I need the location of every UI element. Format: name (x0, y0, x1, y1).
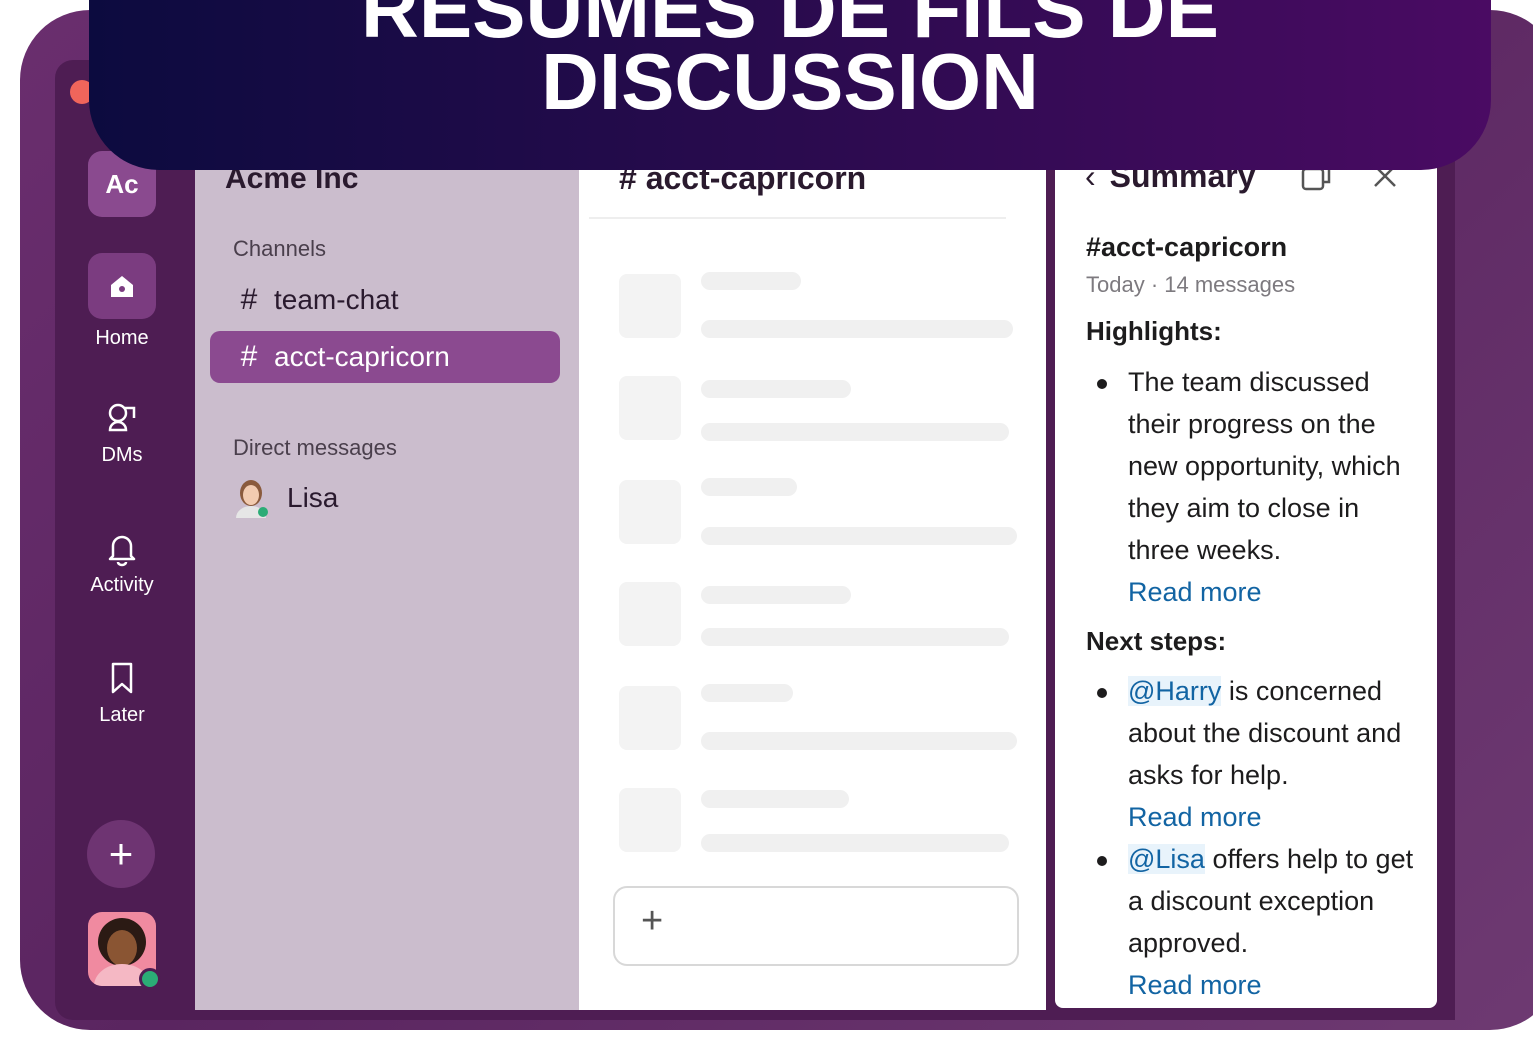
next-steps-heading: Next steps: (1086, 626, 1227, 656)
channel-sidebar: Acme Inc Channels # team-chat # acct-cap… (195, 150, 579, 1010)
message-placeholder-line (701, 732, 1017, 750)
message-placeholder-avatar (619, 376, 681, 440)
bell-icon (108, 535, 136, 567)
rail-dms-label: DMs (101, 444, 143, 466)
next-step-item: @Lisa offers help to get a discount exce… (1128, 838, 1418, 1006)
message-placeholder-line (701, 478, 797, 496)
add-button[interactable]: + (87, 820, 155, 888)
message-placeholder-avatar (619, 686, 681, 750)
summary-channel-name: #acct-capricorn (1086, 232, 1288, 262)
attach-plus-button[interactable]: + (641, 902, 663, 940)
message-placeholder-line (701, 628, 1009, 646)
rail-activity[interactable]: Activity (70, 528, 174, 597)
mention-harry[interactable]: @Harry (1128, 676, 1222, 706)
highlights-heading: Highlights: (1086, 316, 1222, 346)
highlight-text: The team discussed their progress on the… (1128, 367, 1401, 565)
next-step-item: @Harry is concerned about the discount a… (1128, 670, 1418, 838)
lisa-avatar (233, 478, 269, 518)
hash-icon: # (240, 340, 258, 373)
read-more-link[interactable]: Read more (1128, 577, 1262, 607)
message-placeholder-line (701, 272, 801, 290)
message-placeholder-line (701, 586, 851, 604)
header-divider (589, 217, 1006, 219)
read-more-link[interactable]: Read more (1128, 802, 1262, 832)
home-icon (88, 253, 156, 319)
rail-activity-label: Activity (90, 574, 154, 596)
mention-lisa[interactable]: @Lisa (1128, 844, 1205, 874)
message-placeholder-line (701, 380, 851, 398)
rail-home[interactable]: Home (70, 253, 174, 350)
message-placeholder-avatar (619, 274, 681, 338)
message-placeholder-line (701, 684, 793, 702)
hash-icon: # (240, 283, 258, 316)
channel-name: team-chat (274, 284, 399, 315)
bookmark-icon (111, 662, 133, 694)
channel-name: acct-capricorn (274, 341, 450, 372)
message-placeholder-line (701, 423, 1009, 441)
dm-name: Lisa (287, 482, 339, 513)
sidebar-item-lisa[interactable]: Lisa (233, 478, 338, 518)
message-placeholder-avatar (619, 582, 681, 646)
message-placeholder-line (701, 790, 849, 808)
rail-later-label: Later (99, 704, 145, 726)
summary-meta: Today · 14 messages (1086, 272, 1296, 297)
rail-home-label: Home (95, 327, 149, 349)
channel-view: # acct-capricorn + (579, 150, 1046, 1010)
highlight-item: The team discussed their progress on the… (1128, 361, 1418, 613)
read-more-link[interactable]: Read more (1128, 970, 1262, 1000)
message-placeholder-avatar (619, 788, 681, 852)
sidebar-item-acct-capricorn[interactable]: # acct-capricorn (210, 331, 560, 383)
bullet (1097, 688, 1107, 698)
promo-banner: RÉSUMÉS DE FILS DE DISCUSSION (89, 0, 1491, 170)
banner-title-line-2: DISCUSSION (541, 37, 1039, 126)
message-placeholder-avatar (619, 480, 681, 544)
bullet (1097, 379, 1107, 389)
message-placeholder-line (701, 527, 1017, 545)
bullet (1097, 856, 1107, 866)
message-placeholder-line (701, 320, 1013, 338)
rail-later[interactable]: Later (70, 658, 174, 727)
direct-messages-heading[interactable]: Direct messages (233, 435, 397, 461)
sidebar-item-team-chat[interactable]: # team-chat (210, 274, 560, 326)
chat-bubbles-icon (108, 403, 136, 432)
summary-panel: ‹ Summary #acct-capricorn Today · 14 mess… (1055, 150, 1437, 1008)
message-composer[interactable]: + (613, 886, 1019, 966)
rail-dms[interactable]: DMs (70, 398, 174, 467)
message-placeholder-line (701, 834, 1009, 852)
channels-heading[interactable]: Channels (233, 236, 326, 262)
presence-indicator (139, 968, 161, 990)
